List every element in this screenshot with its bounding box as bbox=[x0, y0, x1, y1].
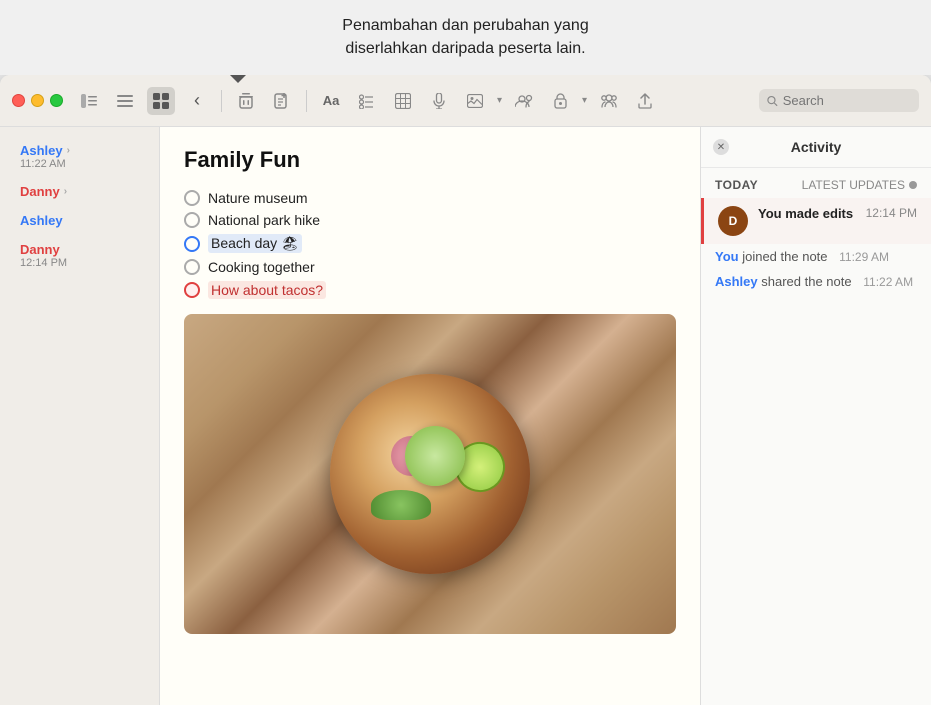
checkbox-1[interactable] bbox=[184, 190, 200, 206]
activity-close-button[interactable]: ✕ bbox=[713, 139, 729, 155]
activity-actor-ashley: Ashley bbox=[715, 274, 758, 289]
sidebar-toggle-button[interactable] bbox=[75, 87, 103, 115]
food-image bbox=[184, 314, 676, 634]
table-button[interactable] bbox=[389, 87, 417, 115]
delete-button[interactable] bbox=[232, 87, 260, 115]
item-text-4: Cooking together bbox=[208, 259, 315, 275]
checklist-item-4[interactable]: Cooking together bbox=[184, 256, 676, 278]
checklist-item-1[interactable]: Nature museum bbox=[184, 187, 676, 209]
checklist-item-5[interactable]: How about tacos? bbox=[184, 278, 676, 302]
close-button[interactable] bbox=[12, 94, 25, 107]
tooltip-line1: Penambahan dan perubahan yang bbox=[342, 17, 588, 34]
activity-section-header: TODAY LATEST UPDATES bbox=[701, 168, 931, 198]
sidebar-name-danny1: Danny › bbox=[20, 184, 139, 199]
checklist: Nature museum National park hike Beach d… bbox=[184, 187, 676, 302]
checkbox-4[interactable] bbox=[184, 259, 200, 275]
sidebar-time-danny: 12:14 PM bbox=[20, 257, 139, 269]
activity-today-label: TODAY bbox=[715, 178, 758, 192]
traffic-lights bbox=[12, 94, 63, 107]
activity-action-text: You made edits bbox=[758, 206, 856, 221]
list-view-button[interactable] bbox=[111, 87, 139, 115]
activity-title: Activity bbox=[791, 139, 842, 155]
search-box[interactable] bbox=[759, 89, 919, 112]
item-text-2: National park hike bbox=[208, 212, 320, 228]
activity-latest-label: LATEST UPDATES bbox=[802, 178, 917, 192]
latest-dot bbox=[909, 181, 917, 189]
sidebar-item-danny-2[interactable]: Danny 12:14 PM bbox=[6, 236, 153, 275]
tooltip-arrow bbox=[230, 75, 246, 83]
separator-1 bbox=[221, 90, 222, 112]
activity-time-joined: 11:29 AM bbox=[839, 250, 889, 264]
activity-avatar-danny: D bbox=[718, 206, 748, 236]
sidebar-chevron-2: › bbox=[64, 186, 67, 197]
sidebar-chevron: › bbox=[67, 145, 70, 156]
media-button[interactable] bbox=[461, 87, 489, 115]
activity-panel: ✕ Activity TODAY LATEST UPDATES D You ma… bbox=[701, 127, 931, 705]
checkbox-3[interactable] bbox=[184, 236, 200, 252]
app-window: ‹ Aa bbox=[0, 75, 931, 705]
minimize-button[interactable] bbox=[31, 94, 44, 107]
sidebar-item-danny-1[interactable]: Danny › bbox=[6, 178, 153, 205]
search-icon bbox=[767, 95, 778, 107]
checklist-item-3[interactable]: Beach day 🏖 bbox=[184, 231, 676, 256]
activity-item-edits: D You made edits 12:14 PM bbox=[701, 198, 931, 244]
onion-decoration bbox=[391, 436, 431, 476]
sidebar-name-danny2: Danny bbox=[20, 242, 139, 257]
activity-time-edits: 12:14 PM bbox=[866, 206, 917, 220]
sidebar-item-ashley-1[interactable]: Ashley › 11:22 AM bbox=[6, 137, 153, 176]
sidebar: Ashley › 11:22 AM Danny › Ashley Danny bbox=[0, 127, 160, 705]
checklist-button[interactable] bbox=[353, 87, 381, 115]
activity-button[interactable] bbox=[595, 87, 623, 115]
note-title: Family Fun bbox=[184, 147, 676, 173]
search-input[interactable] bbox=[783, 93, 911, 108]
checkbox-2[interactable] bbox=[184, 212, 200, 228]
lime-decoration bbox=[448, 435, 512, 499]
back-button[interactable]: ‹ bbox=[183, 87, 211, 115]
checklist-item-2[interactable]: National park hike bbox=[184, 209, 676, 231]
checkbox-5[interactable] bbox=[184, 282, 200, 298]
sidebar-item-ashley-2[interactable]: Ashley bbox=[6, 207, 153, 234]
lock-button[interactable] bbox=[546, 87, 574, 115]
item-text-3: Beach day 🏖 bbox=[208, 234, 302, 253]
activity-actor-you: You bbox=[715, 249, 739, 264]
activity-action-shared: shared the note bbox=[761, 274, 851, 289]
item-text-5: How about tacos? bbox=[208, 281, 326, 299]
sidebar-time-ashley: 11:22 AM bbox=[20, 158, 139, 170]
audio-button[interactable] bbox=[425, 87, 453, 115]
activity-item-shared: Ashley shared the note 11:22 AM bbox=[701, 269, 931, 294]
new-note-button[interactable] bbox=[268, 87, 296, 115]
titlebar: ‹ Aa bbox=[0, 75, 931, 127]
activity-action-joined: joined the note bbox=[742, 249, 827, 264]
herb-decoration bbox=[371, 490, 431, 520]
main-area: Ashley › 11:22 AM Danny › Ashley Danny bbox=[0, 127, 931, 705]
activity-content-edits: You made edits bbox=[758, 206, 856, 221]
activity-time-shared: 11:22 AM bbox=[863, 275, 913, 289]
activity-header: ✕ Activity bbox=[701, 127, 931, 168]
activity-item-joined: You joined the note 11:29 AM bbox=[701, 244, 931, 269]
share-button[interactable] bbox=[631, 87, 659, 115]
note-area: Family Fun Nature museum National park h… bbox=[160, 127, 701, 705]
sidebar-name-ashley: Ashley › bbox=[20, 143, 139, 158]
separator-2 bbox=[306, 90, 307, 112]
fullscreen-button[interactable] bbox=[50, 94, 63, 107]
sidebar-name-ashley2: Ashley bbox=[20, 213, 139, 228]
text-format-button[interactable]: Aa bbox=[317, 87, 345, 115]
tooltip-area: Penambahan dan perubahan yang diserlahka… bbox=[0, 0, 931, 75]
tooltip-line2: diserlahkan daripada peserta lain. bbox=[345, 40, 585, 57]
collaborators-button[interactable] bbox=[510, 87, 538, 115]
tooltip-text: Penambahan dan perubahan yang diserlahka… bbox=[342, 15, 588, 60]
grid-view-button[interactable] bbox=[147, 87, 175, 115]
item-text-1: Nature museum bbox=[208, 190, 308, 206]
